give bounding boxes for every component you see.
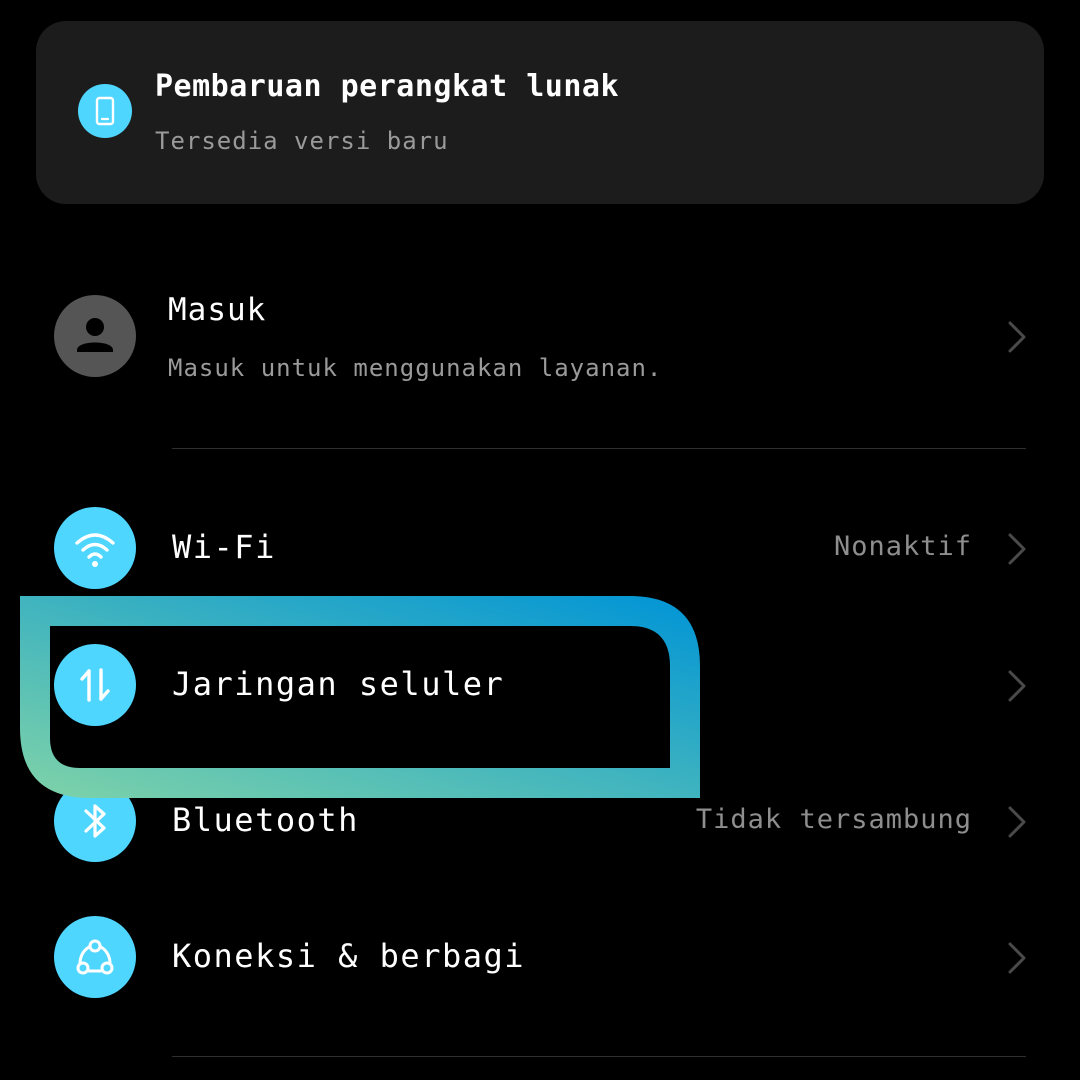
- setting-row-mobile-network[interactable]: Jaringan seluler: [0, 635, 1080, 735]
- chevron-right-icon: [1008, 533, 1026, 565]
- chevron-right-icon: [1008, 670, 1026, 702]
- update-subtitle: Tersedia versi baru: [155, 127, 449, 155]
- setting-row-bluetooth[interactable]: Bluetooth Tidak tersambung: [0, 771, 1080, 871]
- divider: [172, 448, 1026, 449]
- chevron-right-icon: [1008, 321, 1026, 353]
- phone-icon: [78, 84, 132, 138]
- wifi-status: Nonaktif: [833, 531, 972, 562]
- divider: [172, 1056, 1026, 1057]
- sign-in-title: Masuk: [168, 292, 267, 328]
- wifi-icon: [54, 507, 136, 589]
- sign-in-subtitle: Masuk untuk menggunakan layanan.: [168, 354, 663, 382]
- sign-in-row[interactable]: Masuk Masuk untuk menggunakan layanan.: [0, 272, 1080, 402]
- bluetooth-icon: [54, 780, 136, 862]
- setting-row-wifi[interactable]: Wi-Fi Nonaktif: [0, 498, 1080, 598]
- setting-row-connection-sharing[interactable]: Koneksi & berbagi: [0, 907, 1080, 1007]
- connection-sharing-label: Koneksi & berbagi: [172, 937, 526, 975]
- bluetooth-status: Tidak tersambung: [695, 804, 972, 835]
- chevron-right-icon: [1008, 942, 1026, 974]
- wifi-label: Wi-Fi: [172, 528, 276, 566]
- chevron-right-icon: [1008, 806, 1026, 838]
- software-update-card[interactable]: Pembaruan perangkat lunak Tersedia versi…: [36, 21, 1044, 204]
- bluetooth-label: Bluetooth: [172, 801, 359, 839]
- mobile-network-label: Jaringan seluler: [172, 665, 505, 703]
- connection-sharing-icon: [54, 916, 136, 998]
- update-title: Pembaruan perangkat lunak: [155, 69, 620, 104]
- person-icon: [54, 295, 136, 377]
- mobile-data-icon: [54, 644, 136, 726]
